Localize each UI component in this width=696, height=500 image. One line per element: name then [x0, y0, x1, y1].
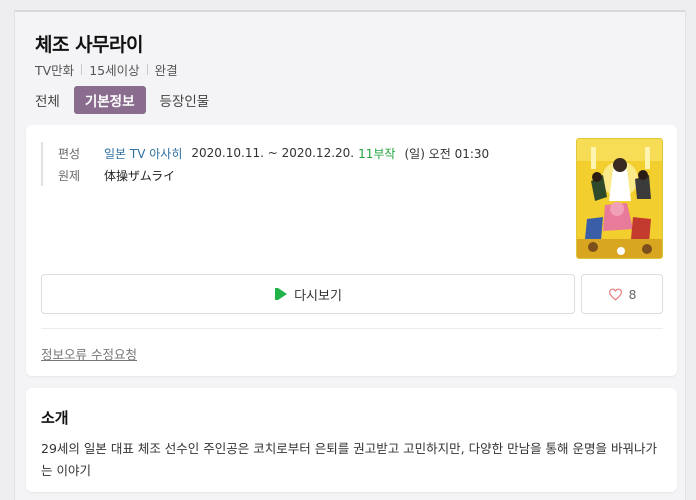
meta-divider: [81, 64, 83, 75]
like-count: 8: [628, 286, 637, 302]
intro-card: 소개 29세의 일본 대표 체조 선수인 주인공은 코치로부터 은퇴를 권고받고…: [26, 388, 677, 492]
meta-status: 완결: [154, 63, 178, 78]
tab-all[interactable]: 전체: [35, 86, 60, 114]
original-title-label: 원제: [58, 168, 81, 183]
play-icon: [275, 288, 288, 300]
meta-genre: TV만화: [35, 63, 75, 78]
poster-image[interactable]: [576, 138, 663, 259]
info-list: 편성 일본 TV 아사히 2020.10.11. ~ 2020.12.20. 1…: [41, 142, 489, 186]
poster-illustration: [577, 139, 662, 258]
like-button[interactable]: 8: [581, 274, 663, 314]
original-title-row: 원제 体操ザムライ: [58, 164, 489, 186]
rewatch-button[interactable]: 다시보기: [41, 274, 575, 314]
broadcast-dates: 2020.10.11. ~ 2020.12.20.: [191, 146, 355, 160]
broadcast-label: 편성: [58, 146, 81, 161]
episode-count: 11부작: [358, 146, 396, 161]
content-panel: 체조 사무라이 TV만화 15세이상 완결 전체 기본정보 등장인물 편성 일본…: [14, 10, 686, 500]
page-title: 체조 사무라이: [35, 34, 144, 56]
tab-basic-info[interactable]: 기본정보: [73, 86, 146, 114]
meta-info: TV만화 15세이상 완결: [35, 60, 178, 79]
broadcast-row: 편성 일본 TV 아사히 2020.10.11. ~ 2020.12.20. 1…: [58, 142, 489, 164]
original-title: 体操ザムライ: [104, 168, 176, 183]
report-error-link[interactable]: 정보오류 수정요청: [41, 344, 137, 363]
divider: [41, 328, 663, 329]
basic-info-card: 편성 일본 TV 아사히 2020.10.11. ~ 2020.12.20. 1…: [26, 125, 677, 376]
tab-characters[interactable]: 등장인물: [160, 86, 210, 114]
intro-heading: 소개: [41, 409, 69, 427]
tab-bar: 전체 기본정보 등장인물: [35, 86, 223, 114]
airtime: (일) 오전 01:30: [404, 146, 490, 161]
meta-divider: [146, 64, 148, 75]
channel-link[interactable]: 일본 TV 아사히: [104, 145, 182, 162]
meta-rating: 15세이상: [89, 63, 140, 78]
rewatch-label: 다시보기: [294, 288, 342, 304]
intro-text: 29세의 일본 대표 체조 선수인 주인공은 코치로부터 은퇴를 권고받고 고민…: [41, 441, 658, 478]
heart-icon: [608, 288, 622, 301]
